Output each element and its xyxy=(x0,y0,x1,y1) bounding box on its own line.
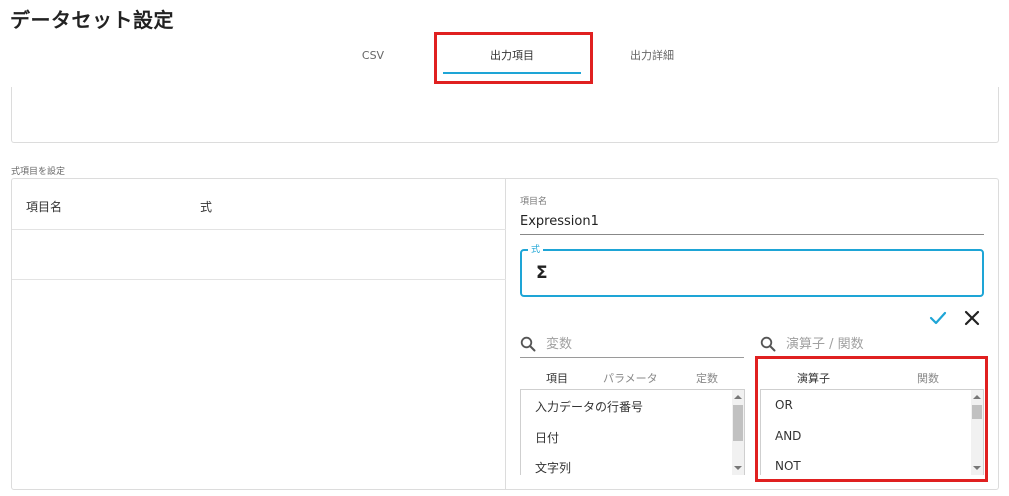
expression-value: Σ xyxy=(536,263,548,283)
scroll-up-icon[interactable] xyxy=(734,395,742,399)
name-field-label: 項目名 xyxy=(520,197,548,207)
list-item[interactable]: OR xyxy=(775,398,793,412)
scroll-down-icon[interactable] xyxy=(973,466,981,470)
tab-output-details[interactable]: 出力詳細 xyxy=(612,36,692,74)
search-icon xyxy=(760,336,776,352)
list-item[interactable]: AND xyxy=(775,429,801,443)
variable-tab-items[interactable]: 項目 xyxy=(546,370,568,386)
operator-list[interactable]: OR AND NOT xyxy=(760,389,984,475)
formula-table: 項目名 式 xyxy=(12,179,506,489)
operator-tab-functions[interactable]: 関数 xyxy=(917,370,939,386)
column-header-expression: 式 xyxy=(200,200,213,214)
list-item[interactable]: 入力データの行番号 xyxy=(535,398,643,415)
variable-tab-parameters[interactable]: パラメータ xyxy=(603,370,658,386)
variable-list[interactable]: 入力データの行番号 日付 文字列 xyxy=(520,389,745,475)
variable-search-input[interactable] xyxy=(546,332,736,356)
page-title: データセット設定 xyxy=(10,8,174,32)
variable-list-scrollbar[interactable] xyxy=(732,390,744,475)
search-icon xyxy=(520,336,536,352)
tab-csv[interactable]: CSV xyxy=(340,36,406,74)
tab-output-items[interactable]: 出力項目 xyxy=(443,36,581,74)
scroll-up-icon[interactable] xyxy=(973,395,981,399)
column-header-name: 項目名 xyxy=(26,200,63,214)
list-item[interactable]: 文字列 xyxy=(535,459,571,475)
tab-bar: CSV 出力項目 出力詳細 xyxy=(0,36,1009,76)
scroll-thumb[interactable] xyxy=(733,405,743,441)
operator-search-input[interactable] xyxy=(786,332,976,356)
operator-search xyxy=(760,332,984,358)
expression-field[interactable] xyxy=(520,249,984,297)
top-panel xyxy=(11,87,999,143)
variable-tab-constants[interactable]: 定数 xyxy=(696,370,718,386)
formula-section-label: 式項目を設定 xyxy=(11,167,66,177)
name-field[interactable] xyxy=(520,208,984,235)
active-tab-indicator xyxy=(443,72,581,74)
scroll-down-icon[interactable] xyxy=(734,466,742,470)
list-item[interactable]: NOT xyxy=(775,459,801,473)
variable-search xyxy=(520,332,744,358)
check-icon[interactable] xyxy=(928,308,948,328)
scroll-thumb[interactable] xyxy=(972,405,982,419)
table-row[interactable] xyxy=(12,230,506,279)
expression-field-label: 式 xyxy=(528,242,544,255)
operator-tab-operators[interactable]: 演算子 xyxy=(797,370,830,386)
list-item[interactable]: 日付 xyxy=(535,429,559,446)
close-icon[interactable] xyxy=(962,308,982,328)
operator-list-scrollbar[interactable] xyxy=(971,390,983,475)
row-divider xyxy=(12,279,506,280)
